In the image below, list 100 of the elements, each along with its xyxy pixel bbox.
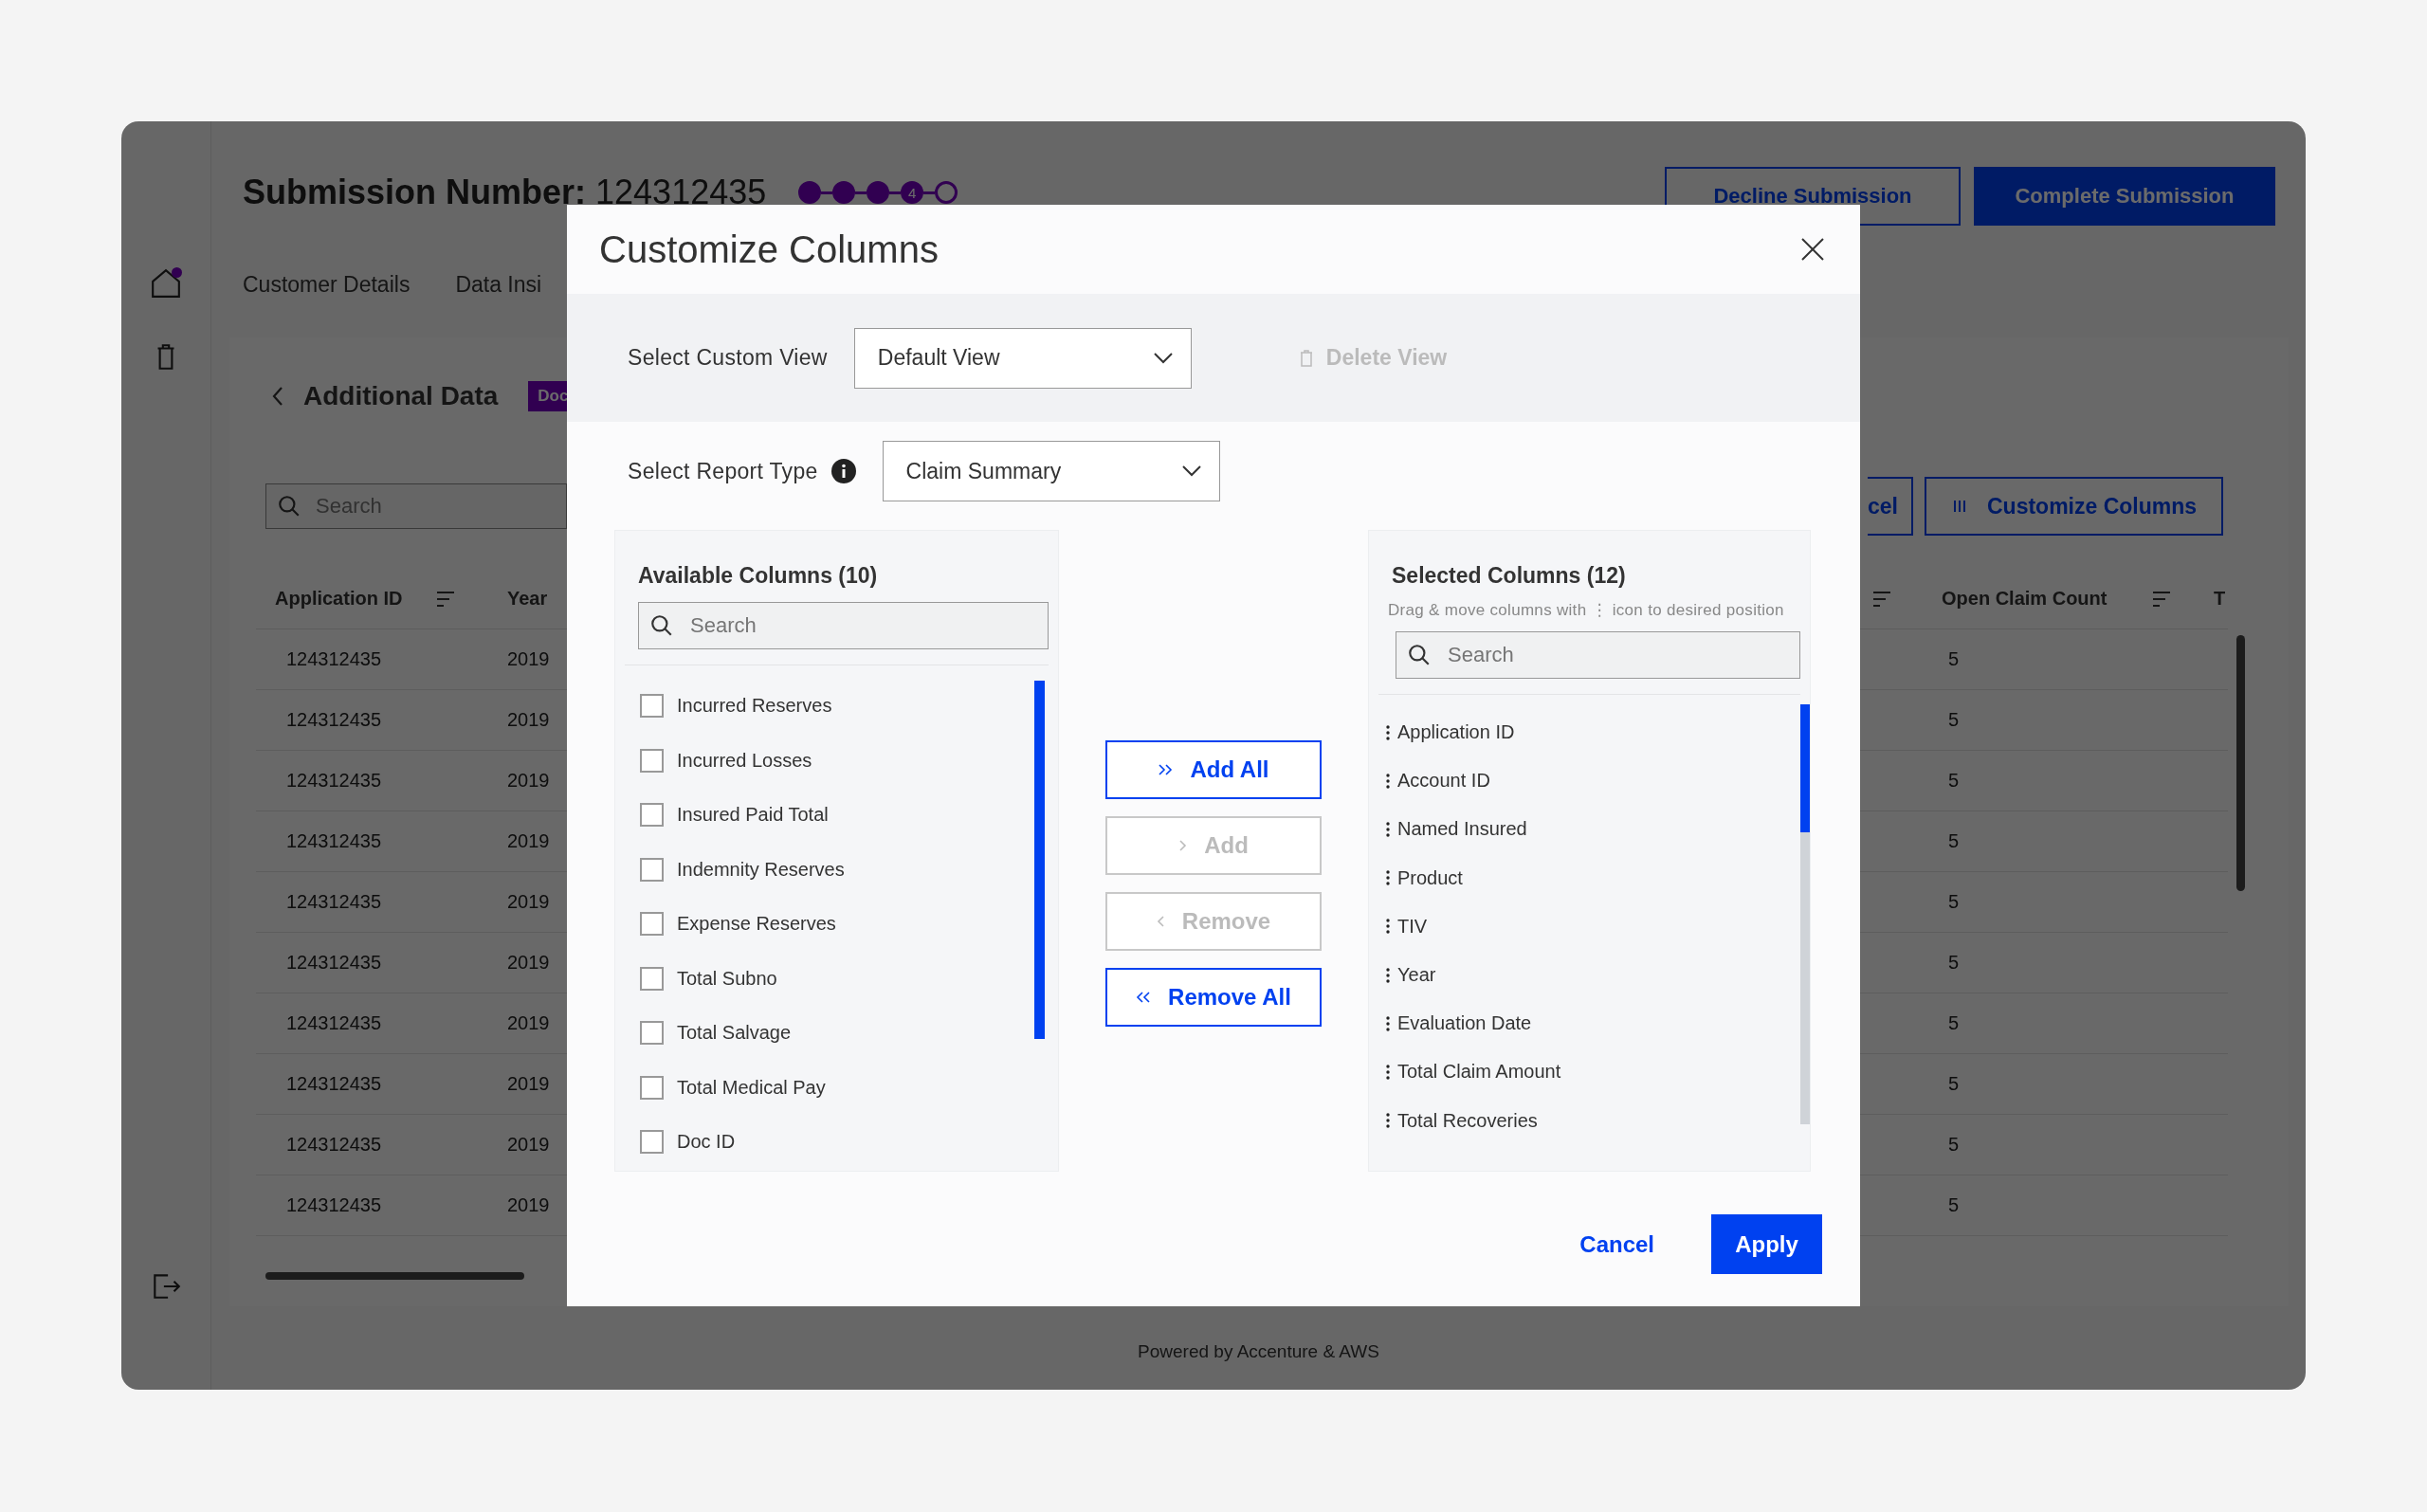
report-type-label: Select Report Type xyxy=(628,458,818,484)
table-cell: 124312435 xyxy=(286,1194,382,1215)
drag-handle-icon[interactable] xyxy=(1386,821,1390,837)
column-option[interactable]: Doc ID xyxy=(677,1131,736,1154)
table-cell: 5 xyxy=(1948,770,1960,791)
column-header: Application ID xyxy=(275,588,403,610)
sort-icon[interactable] xyxy=(1872,590,1891,608)
selected-column[interactable]: Year xyxy=(1397,964,1436,987)
horizontal-scrollbar[interactable] xyxy=(265,1272,524,1280)
remove-all-button[interactable]: Remove All xyxy=(1105,968,1322,1027)
selected-column[interactable]: Evaluation Date xyxy=(1397,1012,1532,1035)
column-option[interactable]: Total Salvage xyxy=(677,1022,792,1045)
cancel-button[interactable]: Cancel xyxy=(1560,1214,1673,1274)
table-cell: 2019 xyxy=(507,770,550,791)
apply-button[interactable]: Apply xyxy=(1711,1214,1822,1274)
checkbox[interactable] xyxy=(640,857,664,882)
section-title: Additional Data xyxy=(303,381,499,411)
drag-handle-icon[interactable] xyxy=(1386,1113,1390,1129)
table-cell: 5 xyxy=(1948,952,1960,973)
panel-title: Selected Columns (12) xyxy=(1391,563,1627,589)
table-cell: 124312435 xyxy=(286,1134,382,1155)
selected-column[interactable]: Product xyxy=(1397,866,1463,889)
table-cell: 2019 xyxy=(507,709,550,730)
checkbox[interactable] xyxy=(640,1075,664,1100)
table-cell: 124312435 xyxy=(286,830,382,851)
table-cell: 5 xyxy=(1948,891,1960,912)
sort-icon[interactable] xyxy=(2152,590,2171,608)
table-cell: 5 xyxy=(1948,1012,1960,1033)
checkbox[interactable] xyxy=(640,912,664,937)
table-cell: 2019 xyxy=(507,891,550,912)
search-field[interactable]: Search xyxy=(1396,631,1800,679)
selected-column[interactable]: Total Claim Amount xyxy=(1397,1061,1561,1084)
info-icon[interactable] xyxy=(830,459,856,483)
chevron-down-icon xyxy=(1152,351,1174,365)
table-cell: 124312435 xyxy=(286,1012,382,1033)
selected-column[interactable]: TIV xyxy=(1397,915,1428,938)
scrollbar-thumb[interactable] xyxy=(1034,681,1045,1039)
trash-icon xyxy=(1299,349,1313,367)
drag-handle-icon[interactable] xyxy=(1386,1064,1390,1080)
dialog-title: Customize Columns xyxy=(599,228,939,271)
double-chevron-left-icon xyxy=(1136,991,1152,1004)
drag-handle-icon[interactable] xyxy=(1386,724,1390,740)
column-option[interactable]: Insured Paid Total xyxy=(677,804,829,827)
column-option[interactable]: Total Medical Pay xyxy=(677,1076,826,1099)
column-option[interactable]: Indemnity Reserves xyxy=(677,858,845,881)
close-button[interactable] xyxy=(1800,237,1825,262)
table-cell: 2019 xyxy=(507,1134,550,1155)
drag-handle-icon[interactable] xyxy=(1386,1015,1390,1031)
table-cell: 124312435 xyxy=(286,1073,382,1094)
table-cell: 124312435 xyxy=(286,770,382,791)
checkbox[interactable] xyxy=(640,803,664,828)
table-cell: 5 xyxy=(1948,709,1960,730)
checkbox[interactable] xyxy=(640,1021,664,1046)
column-header: Year xyxy=(507,588,548,610)
drag-handle-icon[interactable] xyxy=(1386,870,1390,886)
page-title-label: Submission Number: xyxy=(243,173,587,212)
table-cell: 124312435 xyxy=(286,648,382,669)
column-option[interactable]: Expense Reserves xyxy=(677,913,836,936)
column-header: T xyxy=(2214,588,2226,610)
chevron-left-icon xyxy=(1156,915,1165,928)
footer-text: Powered by Accenture & AWS xyxy=(1137,1341,1380,1362)
table-cell: 5 xyxy=(1948,1073,1960,1094)
home-icon[interactable] xyxy=(150,267,182,300)
scrollbar[interactable] xyxy=(1800,704,1810,1124)
add-all-button[interactable]: Add All xyxy=(1105,740,1322,799)
table-cell: 5 xyxy=(1948,1134,1960,1155)
table-cell: 2019 xyxy=(507,648,550,669)
selected-column[interactable]: Named Insured xyxy=(1397,818,1527,841)
checkbox[interactable] xyxy=(640,694,664,719)
back-icon[interactable] xyxy=(271,386,284,407)
close-icon xyxy=(1800,237,1825,262)
custom-view-label: Select Custom View xyxy=(628,345,828,371)
columns-icon xyxy=(1953,499,1966,514)
custom-view-dropdown[interactable]: Default View xyxy=(853,327,1192,389)
column-option[interactable]: Incurred Losses xyxy=(677,749,812,772)
column-header: Open Claim Count xyxy=(1942,588,2108,610)
current-step-dot: 4 xyxy=(901,181,924,204)
selected-column[interactable]: Application ID xyxy=(1397,721,1515,744)
drag-handle-icon[interactable] xyxy=(1386,773,1390,789)
selected-column[interactable]: Account ID xyxy=(1397,770,1490,792)
table-cell: 5 xyxy=(1948,1194,1960,1215)
drag-handle-icon[interactable] xyxy=(1386,919,1390,935)
sort-icon[interactable] xyxy=(436,590,455,608)
table-cell: 5 xyxy=(1948,648,1960,669)
column-option[interactable]: Incurred Reserves xyxy=(677,695,832,718)
search-field[interactable]: Search xyxy=(638,602,1049,649)
vertical-scrollbar[interactable] xyxy=(2236,635,2245,891)
table-cell: 2019 xyxy=(507,830,550,851)
report-type-dropdown[interactable]: Claim Summary xyxy=(882,441,1220,501)
table-cell: 2019 xyxy=(507,1073,550,1094)
column-option[interactable]: Total Subno xyxy=(677,967,777,990)
table-cell: 2019 xyxy=(507,1012,550,1033)
checkbox[interactable] xyxy=(640,966,664,991)
selected-column[interactable]: Total Recoveries xyxy=(1397,1109,1538,1132)
drag-hint: Drag & move columns with ⋮ icon to desired position xyxy=(1387,600,1785,620)
double-chevron-right-icon xyxy=(1158,763,1174,776)
submission-number: 124312435 xyxy=(595,173,767,212)
drag-handle-icon[interactable] xyxy=(1386,967,1390,983)
checkbox[interactable] xyxy=(640,748,664,773)
checkbox[interactable] xyxy=(640,1130,664,1155)
